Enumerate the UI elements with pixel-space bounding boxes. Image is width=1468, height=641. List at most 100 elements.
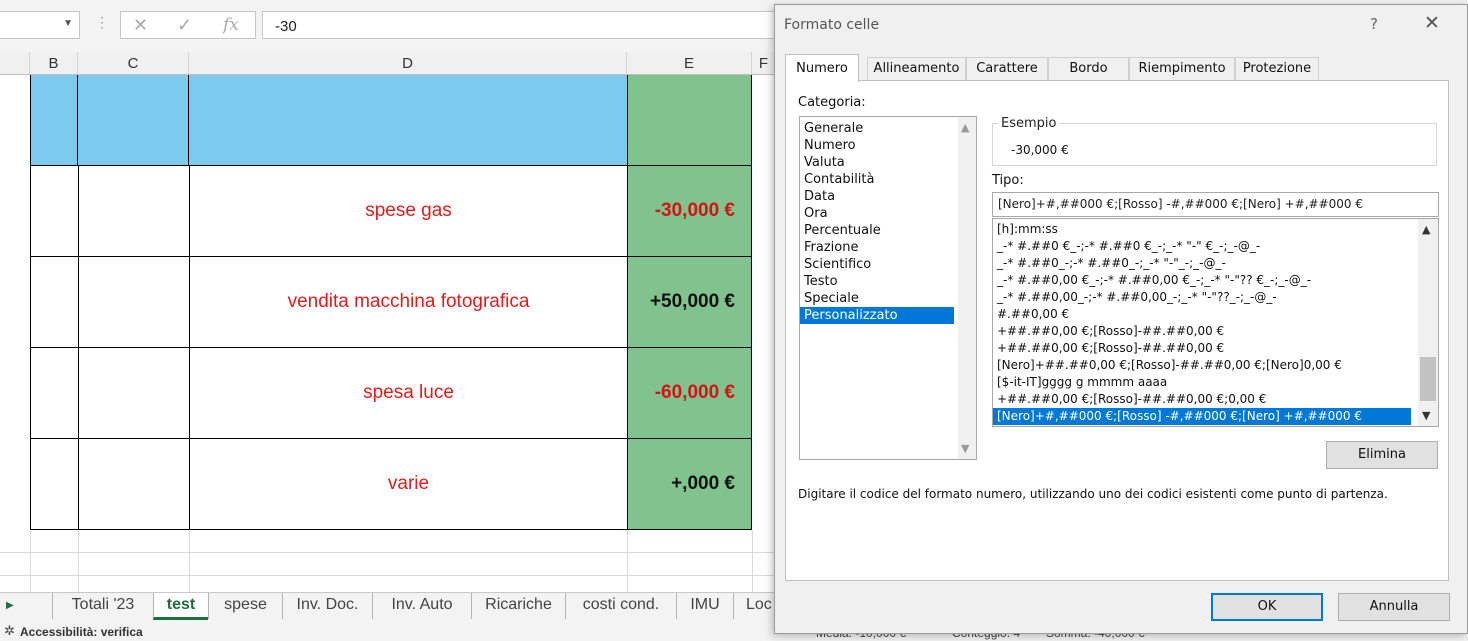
cell-b[interactable] — [30, 348, 78, 439]
gridline — [189, 530, 190, 592]
cancel-icon[interactable]: ✕ — [133, 15, 148, 36]
tab-numero[interactable]: Numero — [785, 54, 859, 82]
formula-actions: ✕ ✓ fx — [120, 11, 256, 39]
category-item[interactable]: Contabilità — [800, 171, 954, 188]
category-item[interactable]: Scientifico — [800, 256, 954, 273]
cell-c[interactable] — [78, 348, 189, 439]
sheet-tab[interactable]: Ricariche — [471, 593, 565, 619]
name-box[interactable]: ▼ — [0, 11, 80, 39]
format-item[interactable]: _-* #.##0_-;-* #.##0_-;_-* "-"_-;_-@_- — [993, 255, 1411, 272]
format-item[interactable]: +##.##0,00 €;[Rosso]-##.##0,00 € — [993, 340, 1411, 357]
chevron-up-icon[interactable]: ▲ — [961, 121, 969, 134]
category-item-selected[interactable]: Personalizzato — [800, 307, 954, 324]
format-list[interactable]: [h]:mm:ss _-* #.##0 €_-;-* #.##0 €_-;_-*… — [992, 218, 1439, 427]
sheet-tab[interactable]: spese — [208, 593, 282, 619]
category-item[interactable]: Speciale — [800, 290, 954, 307]
dialog-title: Formato celle — [784, 17, 880, 33]
accessibility-status[interactable]: Accessibilità: verifica — [20, 625, 143, 639]
sheet-tab[interactable]: Totali '23 — [52, 593, 153, 619]
format-item[interactable]: [$-it-IT]gggg g mmmm aaaa — [993, 374, 1411, 391]
format-item-selected[interactable]: [Nero]+#,##000 €;[Rosso] -#,##000 €;[Ner… — [993, 408, 1411, 425]
enter-icon[interactable]: ✓ — [177, 15, 192, 36]
corner-header — [0, 52, 30, 75]
column-header-c[interactable]: C — [78, 52, 189, 75]
scroll-right-icon[interactable]: ▶ — [6, 600, 14, 611]
amount-cell[interactable]: -30,000 € — [627, 166, 752, 257]
category-list[interactable]: Generale Numero Valuta Contabilità Data … — [799, 116, 977, 460]
scroll-thumb[interactable] — [1420, 357, 1436, 401]
gridline — [0, 552, 775, 553]
format-scrollbar[interactable]: ▲ ▼ — [1418, 219, 1438, 426]
cell-b[interactable] — [30, 439, 78, 530]
numero-panel: Categoria: Generale Numero Valuta Contab… — [785, 80, 1449, 581]
chevron-down-icon[interactable]: ▼ — [1422, 409, 1430, 422]
sheet-tab[interactable]: costi cond. — [565, 593, 676, 619]
header-band[interactable] — [30, 75, 627, 166]
tab-allineamento[interactable]: Allineamento — [867, 57, 966, 80]
category-scrollbar[interactable]: ▲ ▼ — [958, 117, 976, 459]
sheet-tab[interactable]: Inv. Doc. — [282, 593, 372, 619]
ok-button[interactable]: OK — [1211, 593, 1323, 621]
amount-cell[interactable]: +50,000 € — [627, 257, 752, 348]
category-item[interactable]: Percentuale — [800, 222, 954, 239]
format-item[interactable]: #.##0,00 € — [993, 306, 1411, 323]
gridline — [752, 530, 753, 592]
amount-cell[interactable]: -60,000 € — [627, 348, 752, 439]
chevron-down-icon[interactable]: ▼ — [961, 442, 969, 455]
format-item[interactable]: _-* #.##0,00_-;-* #.##0,00_-;_-* "-"??_-… — [993, 289, 1411, 306]
help-icon[interactable]: ? — [1370, 15, 1378, 33]
category-item[interactable]: Valuta — [800, 154, 954, 171]
cell-c[interactable] — [78, 257, 189, 348]
esempio-label: Esempio — [998, 116, 1060, 131]
sheet-tab[interactable]: Inv. Auto — [372, 593, 471, 619]
categoria-label: Categoria: — [798, 95, 866, 110]
category-item[interactable]: Numero — [800, 137, 954, 154]
sheet-tabs-bar: ▶ Totali '23 test spese Inv. Doc. Inv. A… — [0, 592, 775, 621]
chevron-down-icon[interactable]: ▼ — [63, 18, 73, 29]
sheet-tab[interactable]: IMU — [676, 593, 733, 619]
format-item[interactable]: [Nero]+##.##0,00 €;[Rosso]-##.##0,00 €;[… — [993, 357, 1411, 374]
category-item[interactable]: Data — [800, 188, 954, 205]
cell-b[interactable] — [30, 166, 78, 257]
format-item[interactable]: +##.##0,00 €;[Rosso]-##.##0,00 €;0,00 € — [993, 391, 1411, 408]
gridline — [0, 575, 775, 576]
annulla-button[interactable]: Annulla — [1338, 593, 1450, 621]
category-item[interactable]: Frazione — [800, 239, 954, 256]
tab-riempimento[interactable]: Riempimento — [1129, 57, 1235, 80]
column-header-f[interactable]: F — [752, 52, 776, 75]
tab-carattere[interactable]: Carattere — [966, 57, 1048, 80]
description-cell[interactable]: varie — [189, 439, 627, 530]
drag-handle-icon[interactable]: ⋮ — [95, 14, 109, 31]
tab-protezione[interactable]: Protezione — [1235, 57, 1319, 80]
category-item[interactable]: Generale — [800, 120, 954, 137]
sheet-tab-active[interactable]: test — [153, 593, 208, 620]
chevron-up-icon[interactable]: ▲ — [1422, 223, 1430, 236]
column-header-b[interactable]: B — [30, 52, 78, 75]
formula-input[interactable]: -30 — [262, 11, 782, 39]
format-item[interactable]: +##.##0,00 €;[Rosso]-##.##0,00 € — [993, 323, 1411, 340]
tab-bordo[interactable]: Bordo — [1048, 57, 1129, 80]
description-cell[interactable]: spesa luce — [189, 348, 627, 439]
category-items: Generale Numero Valuta Contabilità Data … — [800, 117, 976, 324]
amount-cell[interactable]: +,000 € — [627, 439, 752, 530]
cell-c[interactable] — [78, 439, 189, 530]
hint-text: Digitare il codice del formato numero, u… — [798, 487, 1388, 501]
close-icon[interactable]: ✕ — [1424, 12, 1440, 34]
accessibility-icon[interactable]: ✲ — [4, 623, 15, 639]
cell-b[interactable] — [30, 257, 78, 348]
header-amount-cell[interactable] — [627, 75, 752, 166]
format-item[interactable]: _-* #.##0 €_-;-* #.##0 €_-;_-* "-" €_-;_… — [993, 238, 1411, 255]
elimina-button[interactable]: Elimina — [1326, 441, 1438, 469]
cell-c[interactable] — [78, 166, 189, 257]
column-header-d[interactable]: D — [189, 52, 627, 75]
tipo-input[interactable]: [Nero]+#,##000 €;[Rosso] -#,##000 €;[Ner… — [992, 192, 1439, 217]
category-item[interactable]: Ora — [800, 205, 954, 222]
fx-icon[interactable]: fx — [223, 15, 239, 35]
format-item[interactable]: _-* #.##0,00 €_-;-* #.##0,00 €_-;_-* "-"… — [993, 272, 1411, 289]
column-header-e[interactable]: E — [627, 52, 752, 75]
sheet-tab[interactable]: Loc — [733, 593, 775, 619]
description-cell[interactable]: vendita macchina fotografica — [189, 257, 627, 348]
category-item[interactable]: Testo — [800, 273, 954, 290]
format-item[interactable]: [h]:mm:ss — [993, 221, 1411, 238]
description-cell[interactable]: spese gas — [189, 166, 627, 257]
